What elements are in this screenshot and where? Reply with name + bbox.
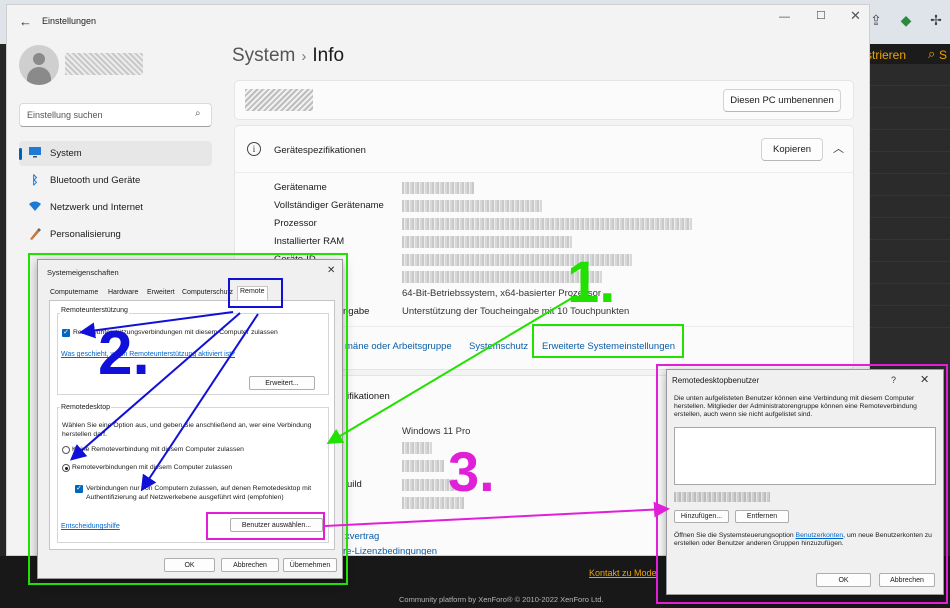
step-number-2: 2.: [98, 319, 150, 388]
spec-label: Prozessor: [274, 218, 317, 229]
hint-text: Öffnen Sie die Systemsteuerungsoption: [674, 532, 796, 539]
user-redacted: [674, 492, 770, 502]
remove-user-button[interactable]: Entfernen: [735, 510, 789, 523]
add-user-button[interactable]: Hinzufügen...: [674, 510, 729, 523]
divider: [235, 172, 853, 173]
windows-edition-value: Windows 11 Pro: [402, 426, 471, 437]
domain-workgroup-link[interactable]: mäne oder Arbeitsgruppe: [345, 341, 452, 352]
radio-label: Keine Remoteverbindung mit diesem Comput…: [72, 446, 244, 453]
sidebar-item-personalization[interactable]: Personalisierung: [19, 222, 212, 247]
maximize-icon[interactable]: ☐: [816, 9, 826, 22]
share-icon[interactable]: ⇪: [868, 12, 884, 28]
radio-disallow-remote[interactable]: [62, 446, 70, 454]
select-users-button[interactable]: Benutzer auswählen...: [230, 518, 323, 532]
settings-search-input[interactable]: [19, 103, 212, 127]
radio-allow-remote[interactable]: [62, 464, 70, 472]
avatar[interactable]: [19, 45, 59, 85]
remote-tab-panel: Remoteunterstützung ✓ Remoteunterstützun…: [49, 300, 335, 550]
site-register-link[interactable]: strieren: [866, 48, 906, 62]
wifi-icon: [28, 200, 42, 214]
info-icon: i: [247, 142, 261, 156]
step-number-1: 1.: [567, 250, 616, 315]
spec-label: Gerätename: [274, 182, 327, 193]
close-icon[interactable]: ✕: [850, 8, 861, 24]
bluetooth-icon: ᛒ: [31, 173, 39, 187]
redacted-value: [402, 236, 572, 248]
ok-button[interactable]: OK: [816, 573, 871, 587]
footer-contact-link[interactable]: Kontakt zu Mode: [589, 568, 657, 578]
advanced-button[interactable]: Erweitert...: [249, 376, 315, 390]
close-icon[interactable]: ✕: [327, 265, 335, 276]
footer-credit: Community platform by XenForo® © 2010-20…: [399, 595, 604, 604]
os-build-label: uild: [347, 479, 362, 490]
breadcrumb-parent[interactable]: System: [232, 45, 295, 66]
system-properties-dialog: Systemeigenschaften ✕ Computername Hardw…: [37, 259, 343, 579]
redacted-value: [402, 442, 432, 454]
license-terms-link[interactable]: re-Lizenzbedingungen: [343, 546, 437, 555]
sidebar-item-label: Netzwerk und Internet: [50, 202, 143, 213]
sidebar-item-label: Personalisierung: [50, 229, 121, 240]
remote-assistance-checkbox[interactable]: ✓: [62, 329, 70, 337]
redacted-value: [402, 218, 692, 230]
rename-pc-button[interactable]: Diesen PC umbenennen: [723, 89, 841, 112]
help-icon[interactable]: ?: [891, 375, 896, 385]
redacted-value: [402, 200, 542, 212]
spec-label: Vollständiger Gerätename: [274, 200, 384, 211]
site-search-icon[interactable]: ⌕: [928, 46, 935, 62]
user-name-redacted: [65, 53, 143, 75]
puzzle-icon[interactable]: ✢: [928, 12, 944, 28]
tab-remote[interactable]: Remote: [237, 286, 268, 301]
pc-name-card: Diesen PC umbenennen: [234, 80, 854, 120]
dialog-description: Die unten aufgelisteten Benutzer können …: [674, 395, 917, 418]
step-number-3: 3.: [448, 440, 495, 503]
system-protection-link[interactable]: Systemschutz: [469, 341, 528, 352]
sidebar-item-label: Bluetooth und Geräte: [50, 175, 141, 186]
remote-desktop-instruction: Wählen Sie eine Option aus, und geben Si…: [62, 422, 312, 438]
spec-label-pen-touch: ngabe: [343, 306, 370, 317]
sidebar-item-label: System: [50, 148, 82, 159]
copy-button[interactable]: Kopieren: [761, 138, 823, 161]
cancel-button[interactable]: Abbrechen: [879, 573, 935, 587]
advanced-system-settings-link[interactable]: Erweiterte Systemeinstellungen: [542, 341, 675, 352]
shield-extension-icon[interactable]: ◆: [898, 12, 914, 28]
redacted-value: [402, 182, 474, 194]
ok-button[interactable]: OK: [164, 558, 215, 572]
pc-name-redacted: [245, 89, 313, 111]
back-arrow-icon[interactable]: ←: [19, 14, 32, 29]
active-indicator: [19, 148, 22, 160]
dialog-title: Remotedesktopbenutzer: [672, 376, 760, 385]
sidebar-item-bluetooth[interactable]: ᛒ Bluetooth und Geräte: [19, 168, 212, 193]
checkbox-label: Verbindungen nur von Computern zulassen,…: [86, 485, 312, 501]
apply-button[interactable]: Übernehmen: [283, 558, 337, 572]
search-icon: ⌕: [195, 108, 201, 119]
nla-checkbox[interactable]: ✓: [75, 485, 83, 493]
close-icon[interactable]: ✕: [920, 373, 929, 386]
breadcrumb: System › Info: [232, 45, 344, 67]
service-agreement-link[interactable]: xvertrag: [345, 531, 379, 542]
monitor-icon: [28, 146, 42, 160]
radio-label: Remoteverbindungen mit diesem Computer z…: [72, 464, 233, 471]
users-listbox[interactable]: [674, 427, 936, 485]
site-search-label[interactable]: S: [939, 48, 947, 62]
help-me-choose-link[interactable]: Entscheidungshilfe: [61, 523, 120, 530]
brush-icon: [28, 227, 42, 241]
minimize-icon[interactable]: —: [779, 11, 790, 23]
sidebar-item-system[interactable]: System: [19, 141, 212, 166]
section-title: ifikationen: [347, 391, 390, 402]
chevron-up-icon[interactable]: ︿: [833, 140, 844, 156]
remote-desktop-users-dialog: Remotedesktopbenutzer ? ✕ Die unten aufg…: [666, 369, 944, 595]
redacted-value: [402, 460, 444, 472]
window-title: Einstellungen: [42, 16, 97, 26]
user-accounts-link[interactable]: Benutzerkonten: [796, 532, 844, 539]
group-title: Remoteunterstützung: [60, 307, 129, 314]
cancel-button[interactable]: Abbrechen: [221, 558, 279, 572]
dialog-title: Systemeigenschaften: [47, 268, 119, 277]
sidebar-item-network[interactable]: Netzwerk und Internet: [19, 195, 212, 220]
spec-label: Installierter RAM: [274, 236, 345, 247]
breadcrumb-separator: ›: [301, 48, 307, 65]
page-title: Info: [312, 45, 345, 66]
user-accounts-hint: Öffnen Sie die Systemsteuerungsoption Be…: [674, 532, 938, 548]
section-title: Gerätespezifikationen: [274, 145, 366, 156]
group-title: Remotedesktop: [60, 404, 112, 411]
